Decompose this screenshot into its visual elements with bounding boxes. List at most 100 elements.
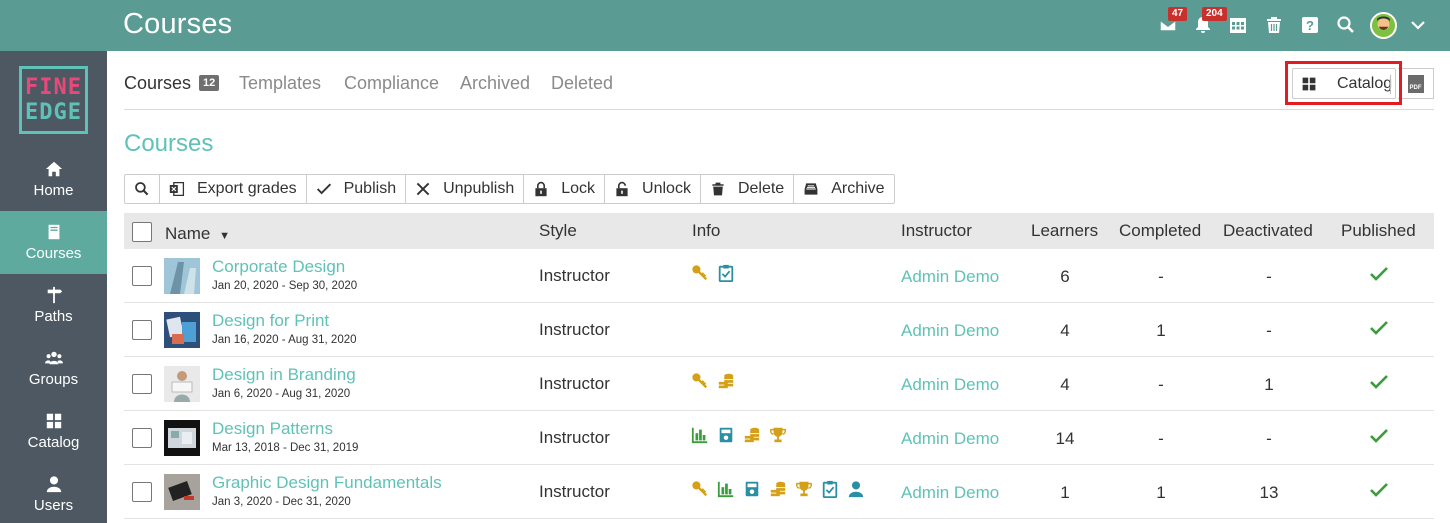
column-instructor-header[interactable]: Instructor [901, 221, 972, 241]
calculator-icon[interactable] [743, 480, 761, 498]
course-info-icons [691, 426, 787, 444]
unpublish-button[interactable]: Unpublish [406, 175, 525, 203]
sidebar-item-courses[interactable]: Courses [0, 211, 107, 274]
key-icon[interactable] [691, 480, 709, 498]
column-published-header[interactable]: Published [1341, 221, 1416, 241]
bar-chart-icon[interactable] [717, 480, 735, 498]
user-avatar[interactable] [1370, 12, 1397, 39]
sidebar-item-home[interactable]: Home [0, 148, 107, 211]
row-checkbox[interactable] [132, 482, 152, 502]
key-icon[interactable] [691, 372, 709, 390]
unlock-button[interactable]: Unlock [605, 175, 701, 203]
pdf-export-button[interactable]: PDF [1398, 68, 1434, 99]
sidebar: FINE EDGE Home Courses Paths Groups Cata… [0, 51, 107, 523]
course-thumbnail[interactable] [164, 420, 200, 456]
instructor-link[interactable]: Admin Demo [901, 321, 999, 341]
select-all-checkbox[interactable] [132, 222, 152, 242]
column-style-header[interactable]: Style [539, 221, 577, 241]
close-icon [416, 182, 430, 196]
button-label: Lock [561, 180, 596, 197]
sidebar-item-catalog[interactable]: Catalog [0, 400, 107, 463]
logo-line2: EDGE [25, 100, 82, 125]
column-info-header: Info [692, 221, 721, 240]
sidebar-item-paths[interactable]: Paths [0, 274, 107, 337]
coins-icon[interactable] [717, 372, 735, 390]
column-learners-header[interactable]: Learners [1031, 221, 1098, 241]
button-label: Unlock [642, 180, 691, 197]
delete-button[interactable]: Delete [701, 175, 795, 203]
trophy-icon[interactable] [795, 480, 813, 498]
instructor-link[interactable]: Admin Demo [901, 267, 999, 287]
row-checkbox[interactable] [132, 320, 152, 340]
course-thumbnail[interactable] [164, 366, 200, 402]
grid-icon [46, 413, 61, 429]
key-icon[interactable] [691, 264, 709, 282]
search-icon[interactable] [1335, 14, 1357, 36]
course-info-icons [691, 480, 865, 498]
table-header: Name ▼ Style Info Instructor Learners Co… [124, 213, 1434, 249]
course-thumbnail[interactable] [164, 312, 200, 348]
course-name-link[interactable]: Design Patterns [212, 419, 333, 439]
row-checkbox[interactable] [132, 374, 152, 394]
course-name-link[interactable]: Design in Branding [212, 365, 356, 385]
row-checkbox[interactable] [132, 428, 152, 448]
publish-button[interactable]: Publish [307, 175, 407, 203]
messages-icon[interactable]: 47 [1157, 7, 1188, 36]
sidebar-item-label: Groups [28, 371, 79, 388]
lock-button[interactable]: Lock [524, 175, 606, 203]
button-label: Delete [737, 180, 785, 197]
notifications-icon[interactable]: 204 [1192, 7, 1227, 36]
sidebar-item-groups[interactable]: Groups [0, 337, 107, 400]
coins-icon[interactable] [769, 480, 787, 498]
course-thumbnail[interactable] [164, 474, 200, 510]
column-name-header[interactable]: Name ▼ [165, 224, 230, 244]
chevron-down-icon[interactable] [1407, 14, 1429, 36]
archive-button[interactable]: Archive [794, 175, 893, 203]
course-name-link[interactable]: Graphic Design Fundamentals [212, 473, 442, 493]
course-style: Instructor [539, 482, 610, 501]
completed-count: - [1158, 267, 1164, 286]
help-icon[interactable]: ? [1299, 14, 1321, 36]
instructor-link[interactable]: Admin Demo [901, 429, 999, 449]
archive-icon [804, 183, 818, 195]
course-name-link[interactable]: Design for Print [212, 311, 329, 331]
course-dates: Mar 13, 2018 - Dec 31, 2019 [212, 442, 359, 454]
export-grades-button[interactable]: Export grades [160, 175, 307, 203]
button-separator [1390, 75, 1391, 94]
tab-deleted[interactable]: Deleted [551, 73, 613, 94]
logo[interactable]: FINE EDGE [19, 66, 88, 134]
learners-count: 6 [1060, 267, 1070, 286]
search-button[interactable] [125, 175, 160, 203]
completed-count: 1 [1156, 483, 1166, 502]
column-completed-header[interactable]: Completed [1119, 221, 1201, 241]
course-thumbnail[interactable] [164, 258, 200, 294]
course-style: Instructor [539, 320, 610, 339]
course-info-icons [691, 264, 735, 282]
tab-compliance[interactable]: Compliance [344, 73, 439, 94]
instructor-link[interactable]: Admin Demo [901, 483, 999, 503]
table-row: Design for Print Jan 16, 2020 - Aug 31, … [124, 303, 1434, 357]
course-style: Instructor [539, 428, 610, 447]
published-check-icon [1370, 375, 1388, 389]
clipboard-check-icon[interactable] [821, 480, 839, 498]
tab-courses[interactable]: Courses 12 [124, 73, 220, 94]
course-name-link[interactable]: Corporate Design [212, 257, 345, 277]
column-deactivated-header[interactable]: Deactivated [1223, 221, 1313, 241]
instructor-link[interactable]: Admin Demo [901, 375, 999, 395]
person-icon[interactable] [847, 480, 865, 498]
calendar-icon[interactable] [1227, 14, 1249, 36]
catalog-button[interactable]: Catalog [1292, 68, 1396, 99]
sidebar-item-label: Catalog [27, 434, 80, 451]
clipboard-check-icon[interactable] [717, 264, 735, 282]
trophy-icon[interactable] [769, 426, 787, 444]
learners-count: 4 [1060, 321, 1070, 340]
coins-icon[interactable] [743, 426, 761, 444]
bar-chart-icon[interactable] [691, 426, 709, 444]
trash-icon[interactable] [1263, 14, 1285, 36]
tab-archived[interactable]: Archived [460, 73, 530, 94]
sidebar-item-users[interactable]: Users [0, 463, 107, 523]
tab-templates[interactable]: Templates [239, 73, 321, 94]
calculator-icon[interactable] [717, 426, 735, 444]
row-checkbox[interactable] [132, 266, 152, 286]
top-bar: Courses 47 204 ? [0, 0, 1450, 51]
